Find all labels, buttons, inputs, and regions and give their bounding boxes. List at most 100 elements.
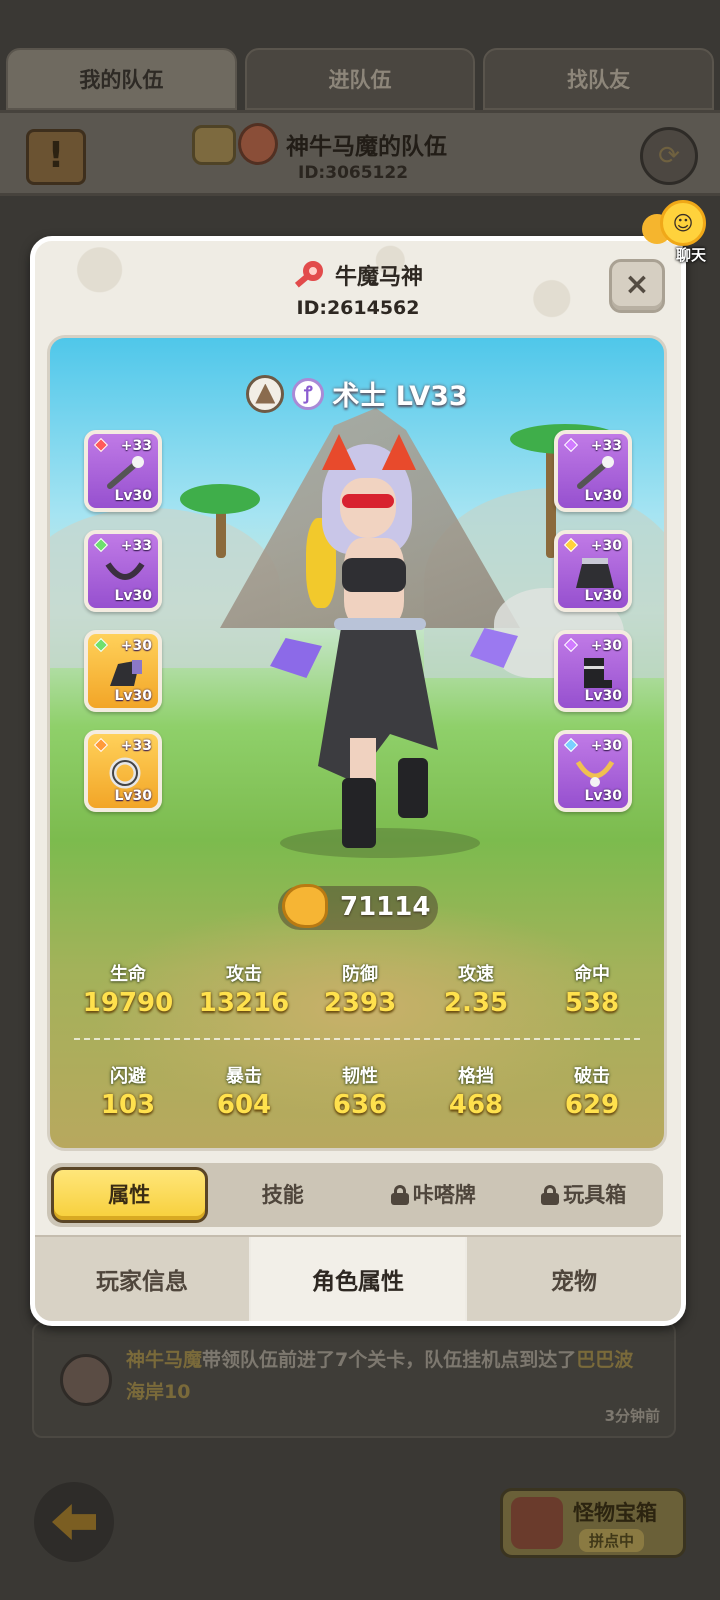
chat-label: 聊天 (675, 246, 706, 264)
team-badge-icon (238, 123, 278, 165)
enhance-level: +33 (590, 438, 622, 454)
item-level: Lv30 (584, 488, 622, 504)
monster-chest-status: 拼点中 (579, 1529, 645, 1552)
notice-scroll-icon[interactable]: ! (26, 129, 86, 185)
tab-attributes[interactable]: 属性 (51, 1167, 208, 1223)
smiley-icon: ☺ (660, 200, 706, 246)
stats-row-1: 生命 19790 攻击 13216 防御 2393 攻速 2.35 命中 538 (70, 960, 650, 1018)
tab-character-attributes[interactable]: 角色属性 (251, 1237, 467, 1321)
equip-slot-right-3[interactable]: +30 Lv30 (554, 630, 632, 712)
combat-power-value: 71114 (340, 892, 431, 922)
palm-leaf-icon (180, 484, 260, 514)
team-id: ID:3065122 (298, 163, 409, 183)
enhance-level: +33 (120, 738, 152, 754)
back-button[interactable] (34, 1482, 114, 1562)
dialog-header: 牛魔马神 ID:2614562 (35, 251, 681, 331)
gem-icon (563, 637, 579, 653)
gem-icon (93, 537, 109, 553)
sub-tabs: 属性 技能 咔嗒牌 玩具箱 (47, 1163, 663, 1227)
glove-icon (110, 660, 142, 686)
monster-chest-title: 怪物宝箱 (573, 1501, 657, 1525)
equip-slot-left-2[interactable]: +33 Lv30 (84, 530, 162, 612)
player-info-dialog: 牛魔马神 ID:2614562 × ꝭ 术士 LV33 +33 Lv30 +33 (30, 236, 686, 1326)
team-level-icon (192, 125, 236, 165)
team-feed-item: 神牛马魔带领队伍前进了7个关卡，队伍挂机点到达了巴巴波海岸10 3分钟前 (32, 1322, 676, 1438)
stat-accuracy: 命中 538 (564, 964, 620, 1018)
stats-divider (74, 1038, 640, 1040)
feed-message-body: 带领队伍前进了7个关卡，队伍挂机点到达了 (202, 1349, 577, 1371)
lock-icon (541, 1185, 560, 1205)
feed-player-name: 神牛马魔 (126, 1349, 203, 1371)
avatar[interactable] (60, 1354, 112, 1406)
muscle-arm-icon (282, 884, 328, 928)
stat-block: 格挡 468 (448, 1066, 504, 1120)
item-level: Lv30 (584, 788, 622, 804)
staff-icon (107, 456, 144, 489)
rank-badge-icon (246, 374, 285, 413)
gem-icon (563, 537, 579, 553)
stat-toughness: 韧性 636 (332, 1066, 388, 1120)
player-id: ID:2614562 (296, 297, 420, 319)
warlock-class-icon: ꝭ (292, 377, 325, 410)
chat-button[interactable]: ☺ 聊天 (642, 200, 708, 264)
tab-player-info[interactable]: 玩家信息 (35, 1237, 251, 1321)
equip-slot-right-1[interactable]: +33 Lv30 (554, 430, 632, 512)
gem-icon (93, 737, 109, 753)
enhance-level: +30 (590, 738, 622, 754)
equip-slot-left-1[interactable]: +33 Lv30 (84, 430, 162, 512)
stat-defense: 防御 2393 (323, 964, 397, 1018)
tab-cards-label: 咔嗒牌 (412, 1183, 476, 1207)
equip-slot-right-2[interactable]: +30 Lv30 (554, 530, 632, 612)
tab-my-team[interactable]: 我的队伍 (6, 48, 237, 110)
equip-slot-left-4[interactable]: +33 Lv30 (84, 730, 162, 812)
item-level: Lv30 (584, 588, 622, 604)
stat-hp: 生命 19790 (82, 964, 174, 1018)
tab-toybox[interactable]: 玩具箱 (509, 1167, 660, 1223)
enhance-level: +33 (120, 438, 152, 454)
enhance-level: +33 (120, 538, 152, 554)
tab-join-team[interactable]: 进队伍 (244, 48, 476, 110)
item-level: Lv30 (114, 488, 152, 504)
stat-attack: 攻击 13216 (198, 964, 290, 1018)
feed-timestamp: 3分钟前 (604, 1407, 660, 1425)
equip-slot-right-4[interactable]: +30 Lv30 (554, 730, 632, 812)
stat-dodge: 闪避 103 (100, 1066, 156, 1120)
tab-find-teammates[interactable]: 找队友 (483, 48, 715, 110)
item-level: Lv30 (114, 688, 152, 704)
tab-toybox-label: 玩具箱 (563, 1183, 627, 1207)
equip-slot-left-3[interactable]: +30 Lv30 (84, 630, 162, 712)
boar-chest-icon (511, 1497, 563, 1549)
top-tabs: 我的队伍 进队伍 找队友 (6, 48, 715, 110)
enhance-level: +30 (590, 538, 622, 554)
gem-icon (563, 437, 579, 453)
gem-icon (563, 737, 579, 753)
team-name: 神牛马魔的队伍 (286, 134, 447, 160)
ring-icon (109, 757, 141, 789)
lock-icon (390, 1185, 409, 1205)
character-model[interactable] (270, 408, 518, 848)
skirt-icon (576, 558, 614, 588)
close-button[interactable]: × (609, 259, 665, 313)
item-level: Lv30 (584, 688, 622, 704)
back-arrow-icon (52, 1504, 96, 1540)
amulet-icon (575, 760, 615, 787)
feed-message: 神牛马魔带领队伍前进了7个关卡，队伍挂机点到达了巴巴波海岸10 (126, 1344, 646, 1408)
tab-cards[interactable]: 咔嗒牌 (358, 1167, 509, 1223)
player-name: 牛魔马神 (334, 265, 423, 290)
monster-chest-button[interactable]: 怪物宝箱 拼点中 (500, 1488, 686, 1558)
boots-icon (584, 658, 612, 688)
tab-skills[interactable]: 技能 (208, 1167, 359, 1223)
enhance-level: +30 (590, 638, 622, 654)
switch-icon[interactable]: ⟳ (640, 127, 698, 185)
gem-icon (93, 637, 109, 653)
stat-break: 破击 629 (564, 1066, 620, 1120)
tab-pets[interactable]: 宠物 (467, 1237, 681, 1321)
enhance-level: +30 (120, 638, 152, 654)
staff-icon (577, 456, 614, 489)
team-header: ! 神牛马魔的队伍 ID:3065122 ⟳ (0, 110, 720, 196)
item-level: Lv30 (114, 588, 152, 604)
character-scene: ꝭ 术士 LV33 +33 Lv30 +33 Lv30 +30 Lv30 +33… (47, 335, 667, 1151)
stat-attack-speed: 攻速 2.35 (443, 964, 509, 1018)
combat-power: 71114 (278, 884, 438, 930)
stat-crit: 暴击 604 (216, 1066, 272, 1120)
